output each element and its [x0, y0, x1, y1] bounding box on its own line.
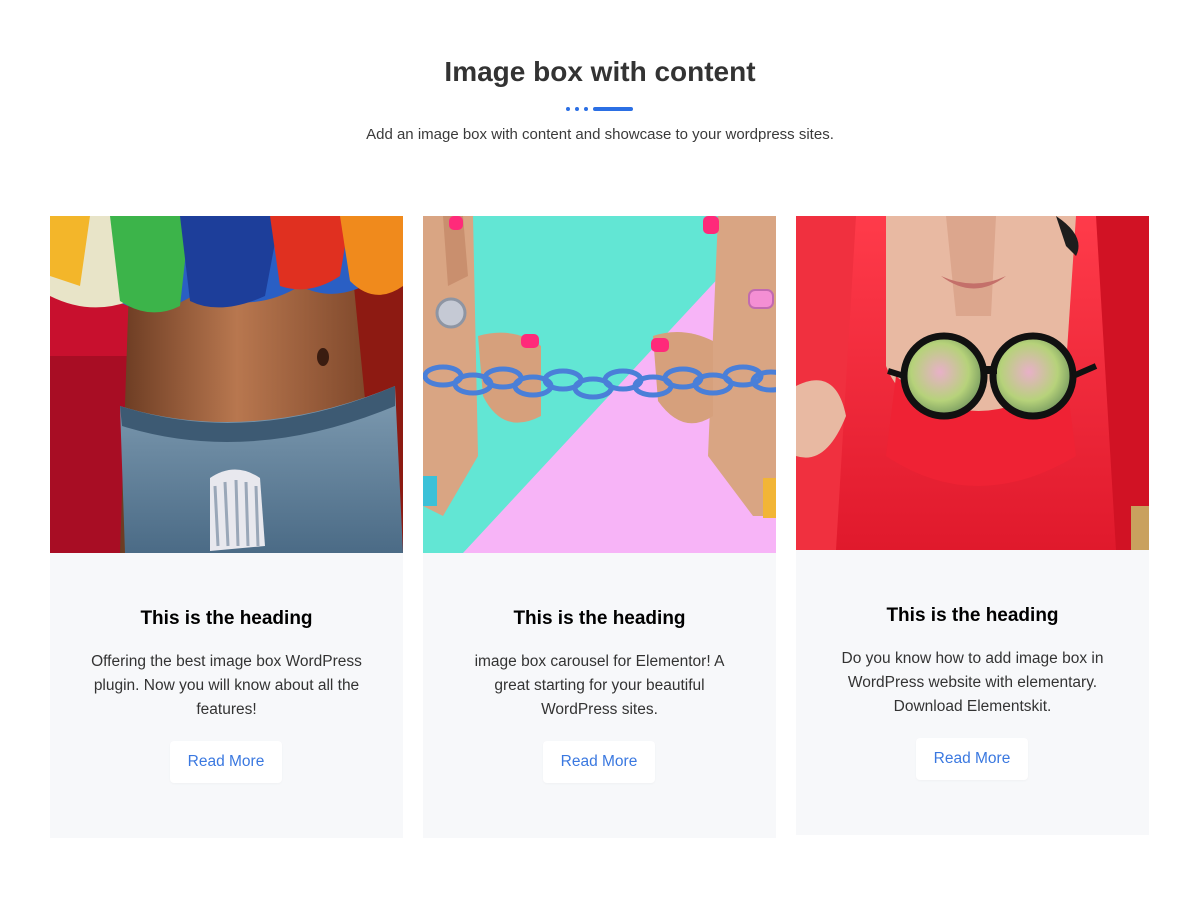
card-image — [796, 216, 1149, 550]
card-image — [50, 216, 403, 553]
image-box-card: This is the heading Offering the best im… — [50, 216, 403, 838]
card-heading: This is the heading — [886, 605, 1059, 626]
read-more-button[interactable]: Read More — [170, 741, 282, 783]
card-text: Do you know how to add image box in Word… — [841, 650, 1104, 715]
card-heading: This is the heading — [140, 608, 313, 629]
card-text: image box carousel for Elementor! A grea… — [474, 653, 725, 718]
card-text: Offering the best image box WordPress pl… — [91, 653, 362, 718]
image-box-section: Image box with content Add an image box … — [0, 0, 1200, 899]
divider-dot — [575, 107, 579, 111]
image-box-card: This is the heading image box carousel f… — [423, 216, 776, 838]
divider-bar — [593, 107, 633, 111]
title-divider — [566, 106, 634, 112]
read-more-button[interactable]: Read More — [543, 741, 655, 783]
section-title: Image box with content — [444, 56, 756, 87]
divider-dot — [566, 107, 570, 111]
card-image — [423, 216, 776, 553]
section-subtitle: Add an image box with content and showca… — [366, 126, 834, 143]
divider-dot — [584, 107, 588, 111]
image-box-card: This is the heading Do you know how to a… — [796, 216, 1149, 835]
card-heading: This is the heading — [513, 608, 686, 629]
read-more-button[interactable]: Read More — [916, 738, 1028, 780]
